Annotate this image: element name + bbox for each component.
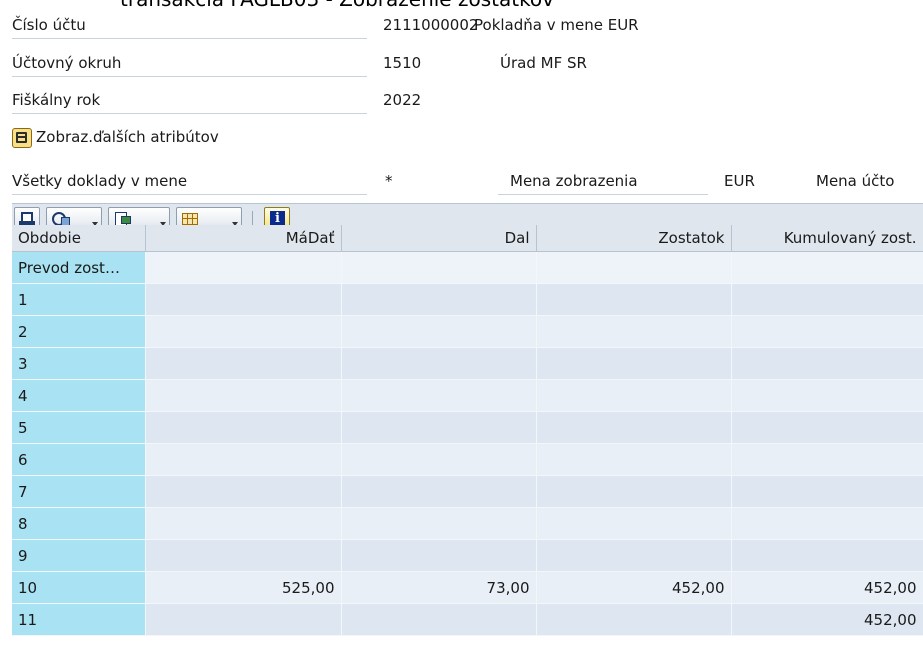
account-currency-label: Mena účto [816, 172, 895, 190]
period-cell[interactable]: 5 [12, 411, 146, 444]
debit-cell[interactable] [145, 283, 342, 316]
column-header-balance[interactable]: Zostatok [536, 225, 732, 252]
table-row[interactable]: 8 [12, 507, 923, 540]
column-header-credit[interactable]: Dal [341, 225, 537, 252]
debit-cell[interactable] [145, 411, 342, 444]
period-cell[interactable]: 3 [12, 347, 146, 380]
show-more-attributes-button[interactable]: Zobraz.ďalších atribútov [12, 123, 219, 151]
credit-cell[interactable] [341, 603, 537, 636]
debit-cell[interactable] [145, 443, 342, 476]
credit-cell[interactable] [341, 443, 537, 476]
cumulative-balance-cell[interactable]: 452,00 [731, 603, 923, 636]
table-row[interactable]: 9 [12, 539, 923, 572]
display-currency-value: EUR [724, 172, 755, 190]
debit-cell[interactable] [145, 347, 342, 380]
balance-cell[interactable] [536, 475, 732, 508]
table-row[interactable]: 3 [12, 347, 923, 380]
period-cell[interactable]: 4 [12, 379, 146, 412]
period-cell[interactable]: Prevod zost… [12, 251, 146, 284]
credit-cell[interactable] [341, 347, 537, 380]
account-label: Číslo účtu [12, 12, 367, 39]
cumulative-balance-cell[interactable] [731, 411, 923, 444]
display-currency-label: Mena zobrazenia [498, 168, 708, 195]
balance-cell[interactable] [536, 379, 732, 412]
balances-table: Obdobie MáDať Dal Zostatok Kumulovaný zo… [12, 225, 923, 636]
cumulative-balance-cell[interactable] [731, 539, 923, 572]
balance-cell[interactable]: 452,00 [536, 571, 732, 604]
period-cell[interactable]: 11 [12, 603, 146, 636]
column-header-debit[interactable]: MáDať [145, 225, 342, 252]
fiscal-year-label: Fiškálny rok [12, 87, 367, 114]
cumulative-balance-cell[interactable] [731, 283, 923, 316]
debit-cell[interactable] [145, 251, 342, 284]
debit-cell[interactable] [145, 379, 342, 412]
cumulative-balance-cell[interactable] [731, 315, 923, 348]
table-row[interactable]: 6 [12, 443, 923, 476]
account-number: 2111000002 [383, 16, 479, 34]
column-header-period[interactable]: Obdobie [12, 225, 146, 252]
debit-cell[interactable] [145, 315, 342, 348]
credit-cell[interactable]: 73,00 [341, 571, 537, 604]
table-row[interactable]: 4 [12, 379, 923, 412]
balance-cell[interactable] [536, 315, 732, 348]
all-documents-currency-label: Všetky doklady v mene [12, 168, 367, 195]
balance-cell[interactable] [536, 251, 732, 284]
period-cell[interactable]: 9 [12, 539, 146, 572]
page-caption: transakcia FAGLB03 - Zobrazenie zostatko… [120, 0, 554, 10]
cumulative-balance-cell[interactable] [731, 347, 923, 380]
cumulative-balance-cell[interactable] [731, 443, 923, 476]
table-row[interactable]: 10 525,00 73,00 452,00 452,00 [12, 571, 923, 604]
currency-row: Všetky doklady v mene * Mena zobrazenia … [0, 168, 923, 195]
credit-cell[interactable] [341, 475, 537, 508]
period-cell[interactable]: 6 [12, 443, 146, 476]
credit-cell[interactable] [341, 315, 537, 348]
period-cell[interactable]: 2 [12, 315, 146, 348]
period-cell[interactable]: 8 [12, 507, 146, 540]
cumulative-balance-cell[interactable] [731, 475, 923, 508]
table-row[interactable]: 2 [12, 315, 923, 348]
company-code-label: Účtovný okruh [12, 50, 367, 77]
company-code-value: 1510 [383, 54, 422, 72]
debit-cell[interactable]: 525,00 [145, 571, 342, 604]
period-cell[interactable]: 10 [12, 571, 146, 604]
table-row[interactable]: 7 [12, 475, 923, 508]
balance-cell[interactable] [536, 283, 732, 316]
balance-cell[interactable] [536, 507, 732, 540]
show-more-attributes-label: Zobraz.ďalších atribútov [36, 128, 219, 146]
cumulative-balance-cell[interactable] [731, 507, 923, 540]
table-row[interactable]: Prevod zost… [12, 251, 923, 284]
credit-cell[interactable] [341, 539, 537, 572]
credit-cell[interactable] [341, 251, 537, 284]
cumulative-balance-cell[interactable] [731, 379, 923, 412]
period-cell[interactable]: 7 [12, 475, 146, 508]
all-documents-currency-value: * [385, 172, 393, 190]
company-code-name: Úrad MF SR [500, 54, 587, 72]
balance-cell[interactable] [536, 411, 732, 444]
table-row[interactable]: 5 [12, 411, 923, 444]
attributes-icon [12, 127, 32, 148]
table-header-row: Obdobie MáDať Dal Zostatok Kumulovaný zo… [12, 225, 923, 252]
debit-cell[interactable] [145, 507, 342, 540]
debit-cell[interactable] [145, 539, 342, 572]
fiscal-year-value: 2022 [383, 91, 422, 109]
credit-cell[interactable] [341, 507, 537, 540]
balance-cell[interactable] [536, 347, 732, 380]
balance-cell[interactable] [536, 443, 732, 476]
account-name: Pokladňa v mene EUR [474, 16, 639, 34]
table-row[interactable]: 11 452,00 [12, 603, 923, 636]
debit-cell[interactable] [145, 475, 342, 508]
credit-cell[interactable] [341, 411, 537, 444]
period-cell[interactable]: 1 [12, 283, 146, 316]
cumulative-balance-cell[interactable]: 452,00 [731, 571, 923, 604]
cumulative-balance-cell[interactable] [731, 251, 923, 284]
balance-cell[interactable] [536, 603, 732, 636]
debit-cell[interactable] [145, 603, 342, 636]
credit-cell[interactable] [341, 283, 537, 316]
credit-cell[interactable] [341, 379, 537, 412]
balance-cell[interactable] [536, 539, 732, 572]
column-header-cumulative-balance[interactable]: Kumulovaný zost. [731, 225, 923, 252]
table-row[interactable]: 1 [12, 283, 923, 316]
